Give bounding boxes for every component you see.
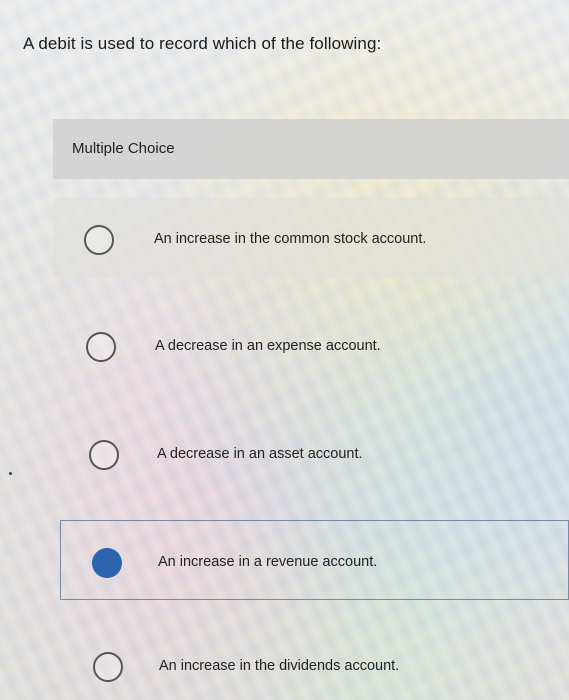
answer-option-5[interactable]: An increase in the dividends account. [53,628,569,700]
radio-button-option-1[interactable] [84,225,114,255]
answer-option-2[interactable]: A decrease in an expense account. [53,306,569,386]
answer-option-3[interactable]: A decrease in an asset account. [53,413,569,493]
answer-option-4-label: An increase in a revenue account. [158,554,378,570]
answer-option-1[interactable]: An increase in the common stock account. [53,198,569,278]
answer-option-4[interactable]: An increase in a revenue account. [60,520,569,600]
radio-button-option-2[interactable] [86,332,116,362]
stray-dot [9,472,12,475]
multiple-choice-header: Multiple Choice [53,119,569,179]
radio-button-option-4-selected[interactable] [92,548,122,578]
radio-button-option-3[interactable] [89,440,119,470]
answer-option-2-label: A decrease in an expense account. [155,338,381,354]
answer-option-1-label: An increase in the common stock account. [154,231,427,247]
radio-button-option-5[interactable] [93,652,123,682]
multiple-choice-label: Multiple Choice [72,140,175,157]
answer-option-5-label: An increase in the dividends account. [159,658,400,674]
question-text: A debit is used to record which of the f… [23,34,382,53]
answer-option-3-label: A decrease in an asset account. [157,446,363,462]
